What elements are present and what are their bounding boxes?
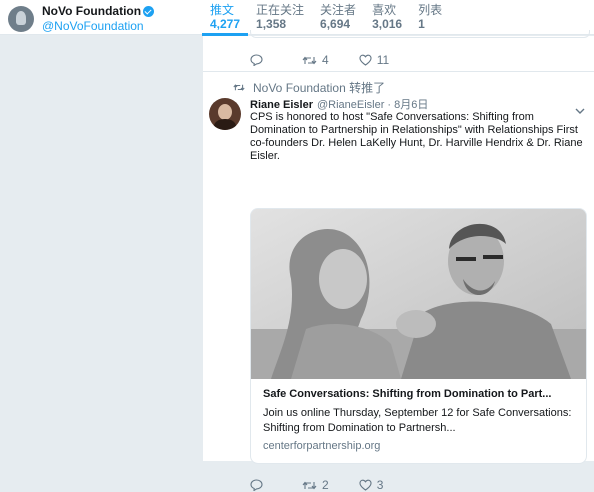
like-icon <box>359 479 372 491</box>
like-icon <box>359 54 372 66</box>
card-description: Join us online Thursday, September 12 fo… <box>263 407 572 434</box>
stat-tweets[interactable]: 推文 4,277 <box>202 0 249 36</box>
retweet-context-text[interactable]: NoVo Foundation 转推了 <box>253 79 385 96</box>
retweet-count: 4 <box>322 53 329 67</box>
like-button[interactable]: 11 <box>359 53 389 67</box>
reply-icon <box>250 54 263 66</box>
verified-badge-icon <box>143 5 155 17</box>
stat-label: 正在关注 <box>256 3 305 17</box>
stat-label: 推文 <box>210 3 235 17</box>
profile-name[interactable]: NoVo Foundation <box>42 4 141 18</box>
profile-summary[interactable]: NoVo Foundation @NoVoFoundation <box>8 4 155 33</box>
timeline: 4 11 NoVo Foundation 转推了 Riane Eisler @R… <box>203 30 594 492</box>
author-handle[interactable]: @RianeEisler <box>317 99 384 111</box>
profile-avatar[interactable] <box>8 6 34 32</box>
stat-value: 3,016 <box>372 17 403 31</box>
tweet[interactable]: NoVo Foundation 转推了 Riane Eisler @RianeE… <box>203 73 594 492</box>
profile-name-row: NoVo Foundation <box>42 4 155 18</box>
card-title[interactable]: Safe Conversations: Shifting from Domina… <box>263 387 578 401</box>
stat-value: 1,358 <box>256 17 287 31</box>
retweet-button[interactable]: 2 <box>302 478 329 492</box>
stat-label: 列表 <box>418 3 443 17</box>
like-button[interactable]: 3 <box>359 478 384 492</box>
card-url[interactable]: centerforpartnership.org <box>263 439 578 453</box>
reply-button[interactable] <box>250 54 268 66</box>
retweet-count: 2 <box>322 478 329 492</box>
stat-label: 关注者 <box>320 3 357 17</box>
previous-card-edge <box>250 30 590 38</box>
retweet-button[interactable]: 4 <box>302 53 329 67</box>
stat-label: 喜欢 <box>372 3 397 17</box>
tweet-text: CPS is honored to host "Safe Conversatio… <box>250 111 583 162</box>
like-count: 3 <box>376 478 384 492</box>
tweet-actions: 2 3 <box>250 478 409 492</box>
retweet-icon <box>233 84 245 91</box>
stat-value: 6,694 <box>320 17 351 31</box>
previous-tweet-actions: 4 11 <box>250 53 415 67</box>
profile-handle[interactable]: @NoVoFoundation <box>42 19 154 33</box>
header-separator: · <box>387 99 392 111</box>
previous-tweet-footer: 4 11 <box>203 30 594 72</box>
stat-value: 4,277 <box>210 17 241 31</box>
reply-icon <box>250 479 263 491</box>
like-count: 11 <box>376 53 390 67</box>
reply-button[interactable] <box>250 479 268 491</box>
link-card[interactable]: Safe Conversations: Shifting from Domina… <box>250 208 587 464</box>
card-photo <box>251 209 586 379</box>
stat-value: 1 <box>418 17 425 31</box>
retweet-icon <box>302 56 317 64</box>
author-avatar[interactable] <box>209 98 241 130</box>
author-name[interactable]: Riane Eisler <box>250 99 313 111</box>
card-body: Safe Conversations: Shifting from Domina… <box>263 387 578 453</box>
tweet-header: Riane Eisler @RianeEisler · 8月6日 <box>250 96 428 112</box>
card-image[interactable] <box>251 209 586 379</box>
tweet-timestamp[interactable]: 8月6日 <box>394 96 428 112</box>
retweet-context: NoVo Foundation 转推了 <box>233 79 385 96</box>
retweet-icon <box>302 481 317 489</box>
